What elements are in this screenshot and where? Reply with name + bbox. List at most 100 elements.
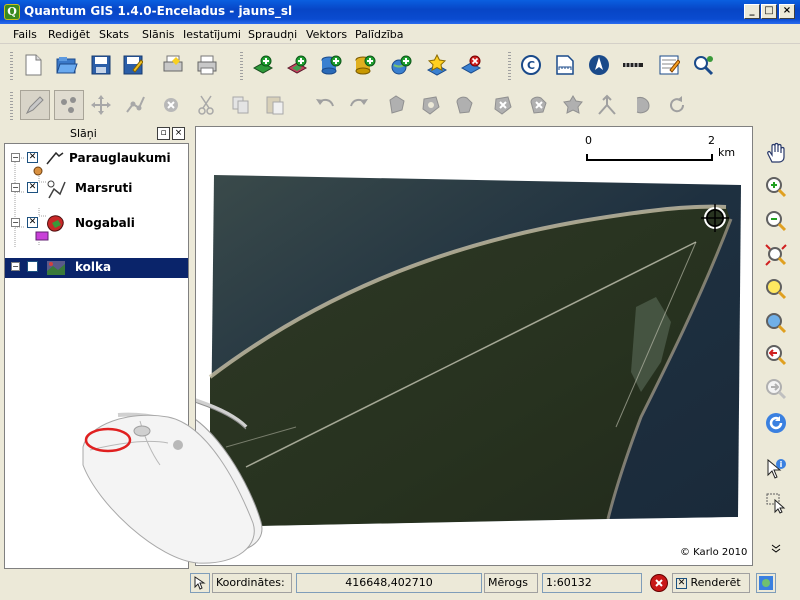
undo-icon[interactable] [312, 92, 338, 118]
expand-toggle[interactable]: − [11, 153, 20, 162]
zoom-last-icon[interactable] [763, 342, 789, 368]
expand-toggle[interactable]: − [11, 262, 20, 271]
select-features-icon[interactable] [763, 490, 789, 516]
menu-rediget[interactable]: Rediģēt [48, 28, 90, 41]
add-spatialite-layer-icon[interactable] [352, 52, 378, 78]
expand-toggle[interactable]: − [11, 218, 20, 227]
menu-fails[interactable]: Fails [13, 28, 37, 41]
add-raster-layer-icon[interactable] [284, 52, 310, 78]
layer-name: Parauglaukumi [69, 151, 171, 165]
map-render[interactable]: 0 2 km © Karlo 2010 [196, 127, 753, 566]
north-arrow-icon[interactable] [586, 52, 612, 78]
new-vector-layer-icon[interactable] [424, 52, 450, 78]
layer-item-parauglaukumi[interactable]: − ✕ Parauglaukumi [5, 148, 188, 176]
new-project-icon[interactable] [20, 52, 46, 78]
copyright-label-icon[interactable]: C [518, 52, 544, 78]
maximize-button[interactable]: □ [761, 4, 777, 19]
toolbar-grip[interactable] [508, 52, 511, 80]
zoom-next-icon[interactable] [763, 376, 789, 402]
layer-name: kolka [75, 260, 112, 274]
menu-vektors[interactable]: Vektors [306, 28, 347, 41]
zoom-full-icon[interactable] [763, 242, 789, 268]
layer-visibility-checkbox[interactable]: ✕ [27, 152, 38, 163]
layer-visibility-checkbox[interactable]: ✕ [27, 217, 38, 228]
add-ring-icon[interactable] [418, 92, 444, 118]
scale-bar-icon[interactable] [552, 52, 578, 78]
open-project-icon[interactable] [54, 52, 80, 78]
capture-point-icon[interactable] [54, 90, 84, 120]
layer-name: Nogabali [75, 216, 135, 230]
toolbar-file: C [0, 44, 800, 86]
delete-part-icon[interactable] [526, 92, 552, 118]
menu-slanis[interactable]: Slānis [142, 28, 175, 41]
node-tool-icon[interactable] [122, 92, 148, 118]
projection-status-icon[interactable] [756, 573, 776, 593]
close-panel-button[interactable]: × [172, 127, 185, 140]
menu-palidziba[interactable]: Palīdzība [355, 28, 404, 41]
delete-selected-icon[interactable] [158, 92, 184, 118]
pan-icon[interactable] [763, 140, 789, 166]
scale-bar-end: 2 [708, 134, 715, 147]
layer-visibility-checkbox[interactable]: ✕ [27, 261, 38, 272]
refresh-icon[interactable] [763, 410, 789, 436]
more-tools-chevron-icon[interactable] [763, 542, 789, 556]
stop-render-icon[interactable] [650, 574, 668, 592]
save-as-icon[interactable] [120, 52, 146, 78]
annotation-icon[interactable] [656, 52, 682, 78]
expand-toggle[interactable]: − [11, 183, 20, 192]
simplify-feature-icon[interactable] [384, 92, 410, 118]
remove-layer-icon[interactable] [458, 52, 484, 78]
add-wms-layer-icon[interactable] [388, 52, 414, 78]
print-icon[interactable] [194, 52, 220, 78]
split-features-icon[interactable] [594, 92, 620, 118]
scale-bar-start: 0 [585, 134, 592, 147]
svg-text:i: i [780, 460, 783, 469]
title-bar: Q Quantum GIS 1.4.0-Enceladus - jauns_sl… [0, 0, 800, 24]
zoom-in-icon[interactable] [763, 174, 789, 200]
reshape-features-icon[interactable] [560, 92, 586, 118]
cut-features-icon[interactable] [194, 92, 220, 118]
print-composer-icon[interactable] [160, 52, 186, 78]
close-button[interactable]: × [779, 4, 795, 19]
zoom-to-layer-icon[interactable] [763, 276, 789, 302]
svg-text:C: C [527, 59, 535, 72]
zoom-to-selection-icon[interactable] [763, 310, 789, 336]
logitech-logo-icon [173, 440, 183, 450]
layer-visibility-checkbox[interactable]: ✕ [27, 182, 38, 193]
map-canvas[interactable]: 0 2 km © Karlo 2010 [195, 126, 753, 566]
menu-skats[interactable]: Skats [99, 28, 129, 41]
layer-item-nogabali[interactable]: − ✕ Nogabali [5, 213, 188, 241]
zoom-out-icon[interactable] [763, 208, 789, 234]
identify-plugin-icon[interactable] [690, 52, 716, 78]
raster-nodata [608, 517, 741, 565]
add-vector-layer-icon[interactable] [250, 52, 276, 78]
paste-features-icon[interactable] [262, 92, 288, 118]
delete-ring-icon[interactable] [490, 92, 516, 118]
toggle-editing-icon[interactable] [20, 90, 50, 120]
rotate-symbols-icon[interactable] [664, 92, 690, 118]
minimize-button[interactable]: _ [744, 4, 760, 19]
toolbar-grip[interactable] [10, 52, 13, 80]
float-panel-button[interactable]: ▫ [157, 127, 170, 140]
line-symbol-icon [33, 166, 43, 176]
merge-features-icon[interactable] [630, 92, 656, 118]
render-toggle[interactable]: ✕ Renderēt [672, 573, 750, 593]
save-project-icon[interactable] [88, 52, 114, 78]
layer-item-kolka[interactable]: − ✕ kolka [5, 258, 188, 278]
add-part-icon[interactable] [452, 92, 478, 118]
identify-features-icon[interactable]: i [763, 456, 789, 482]
render-checkbox[interactable]: ✕ [676, 577, 687, 589]
menu-spraudni[interactable]: Spraudņi [248, 28, 297, 41]
scale-bar-unit: km [718, 146, 735, 159]
redo-icon[interactable] [346, 92, 372, 118]
menu-iestatijumi[interactable]: Iestatījumi [183, 28, 241, 41]
add-postgis-layer-icon[interactable] [318, 52, 344, 78]
toolbar-grip[interactable] [240, 52, 243, 80]
measure-tool-icon[interactable] [620, 52, 646, 78]
copy-features-icon[interactable] [228, 92, 254, 118]
coordinate-toggle-icon[interactable] [190, 573, 210, 593]
scale-input[interactable]: 1:60132 [542, 573, 642, 593]
layer-item-marsruti[interactable]: − ✕ Marsruti [5, 178, 188, 200]
move-feature-icon[interactable] [88, 92, 114, 118]
toolbar-grip[interactable] [10, 92, 13, 120]
